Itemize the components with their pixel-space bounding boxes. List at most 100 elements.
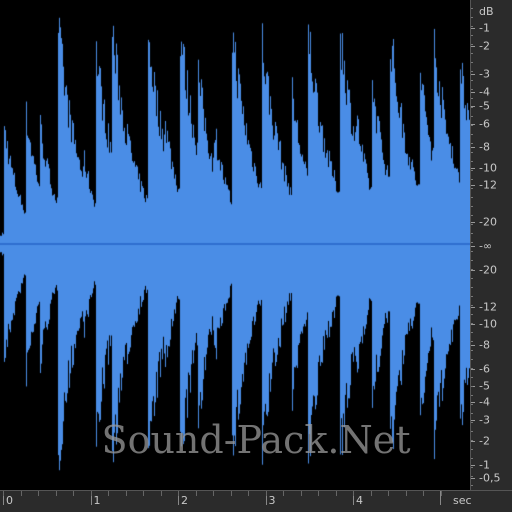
- db-tick: [471, 324, 475, 325]
- db-minor-tick: [471, 224, 473, 225]
- time-tick-label: 4: [356, 494, 363, 507]
- db-minor-tick: [471, 89, 473, 90]
- time-minor-tick: [283, 491, 284, 496]
- time-minor-tick: [301, 491, 302, 496]
- time-minor-tick: [353, 491, 354, 496]
- db-ruler: dB -1 -2 -3 -4 -5 -6 -8 -10 -12 -20 -∞ -20 -12 -10 -8-…: [470, 0, 512, 490]
- time-minor-tick: [126, 491, 127, 496]
- db-tick: [471, 222, 475, 223]
- db-minor-tick: [471, 422, 473, 423]
- db-tick-label: -4: [479, 395, 490, 409]
- db-tick: [471, 270, 475, 271]
- db-minor-tick: [471, 233, 473, 234]
- db-minor-tick: [471, 377, 473, 378]
- db-minor-tick: [471, 98, 473, 99]
- time-ruler[interactable]: sec 0 1 2 3 4: [0, 490, 512, 512]
- db-minor-tick: [471, 485, 473, 486]
- db-minor-tick: [471, 440, 473, 441]
- db-minor-tick: [471, 179, 473, 180]
- db-minor-tick: [471, 134, 473, 135]
- db-minor-tick: [471, 71, 473, 72]
- time-unit-label: sec: [453, 494, 472, 507]
- db-minor-tick: [471, 278, 473, 279]
- db-tick: [471, 420, 475, 421]
- db-tick-label: -2: [479, 39, 490, 53]
- db-minor-tick: [471, 395, 473, 396]
- time-tick-label: 3: [268, 494, 276, 507]
- db-tick-label: -12: [479, 300, 497, 314]
- db-minor-tick: [471, 287, 473, 288]
- db-tick-label: -1: [479, 458, 490, 472]
- db-minor-tick: [471, 206, 473, 207]
- time-minor-tick: [318, 491, 319, 496]
- time-minor-tick: [108, 491, 109, 496]
- db-minor-tick: [471, 215, 473, 216]
- time-tick: [440, 491, 441, 505]
- db-tick: [471, 345, 475, 346]
- time-minor-tick: [266, 491, 267, 496]
- time-minor-tick: [21, 491, 22, 496]
- db-minor-tick: [471, 314, 473, 315]
- time-minor-tick: [73, 491, 74, 496]
- db-tick: [471, 478, 475, 479]
- db-minor-tick: [471, 449, 473, 450]
- db-tick: [471, 92, 475, 93]
- db-tick: [471, 185, 475, 186]
- db-tick: [471, 46, 475, 47]
- db-tick: [471, 307, 475, 308]
- db-minor-tick: [471, 305, 473, 306]
- db-minor-tick: [471, 341, 473, 342]
- db-tick: [471, 369, 475, 370]
- waveform-display[interactable]: [0, 0, 470, 490]
- time-minor-tick: [56, 491, 57, 496]
- db-tick-label: -20: [479, 215, 497, 229]
- db-tick: [471, 465, 475, 466]
- db-minor-tick: [471, 161, 473, 162]
- db-tick-label: -5: [479, 99, 490, 113]
- db-tick-label: -10: [479, 161, 497, 175]
- db-minor-tick: [471, 26, 473, 27]
- time-minor-tick: [161, 491, 162, 496]
- time-minor-tick: [231, 491, 232, 496]
- time-minor-tick: [423, 491, 424, 496]
- db-minor-tick: [471, 251, 473, 252]
- db-minor-tick: [471, 35, 473, 36]
- db-minor-tick: [471, 260, 473, 261]
- db-tick: [471, 74, 475, 75]
- db-tick-label: -8: [479, 140, 490, 154]
- time-tick-label: 2: [181, 494, 188, 507]
- db-tick-label: -1: [479, 21, 490, 35]
- time-minor-tick: [91, 491, 92, 496]
- time-minor-tick: [336, 491, 337, 496]
- db-minor-tick: [471, 476, 473, 477]
- db-minor-tick: [471, 467, 473, 468]
- db-tick-label: -20: [479, 263, 497, 277]
- db-tick-label: -3: [479, 67, 490, 81]
- time-tick-label: 0: [6, 494, 13, 507]
- db-tick: [471, 147, 475, 148]
- db-tick: [471, 168, 475, 169]
- db-minor-tick: [471, 80, 473, 81]
- db-tick: [471, 28, 475, 29]
- db-tick-label: -6: [479, 362, 490, 376]
- time-minor-tick: [143, 491, 144, 496]
- time-minor-tick: [371, 491, 372, 496]
- db-tick: [471, 402, 475, 403]
- db-unit-label: dB: [479, 5, 494, 18]
- db-minor-tick: [471, 107, 473, 108]
- db-minor-tick: [471, 44, 473, 45]
- db-minor-tick: [471, 323, 473, 324]
- db-minor-tick: [471, 152, 473, 153]
- db-tick-label: -2: [479, 434, 490, 448]
- db-tick-label: -8: [479, 338, 490, 352]
- time-minor-tick: [441, 491, 442, 496]
- time-minor-tick: [388, 491, 389, 496]
- db-minor-tick: [471, 413, 473, 414]
- db-minor-tick: [471, 368, 473, 369]
- time-minor-tick: [406, 491, 407, 496]
- time-minor-tick: [3, 491, 4, 496]
- waveform-canvas[interactable]: [0, 0, 470, 490]
- db-minor-tick: [471, 170, 473, 171]
- db-minor-tick: [471, 17, 473, 18]
- time-minor-tick: [248, 491, 249, 496]
